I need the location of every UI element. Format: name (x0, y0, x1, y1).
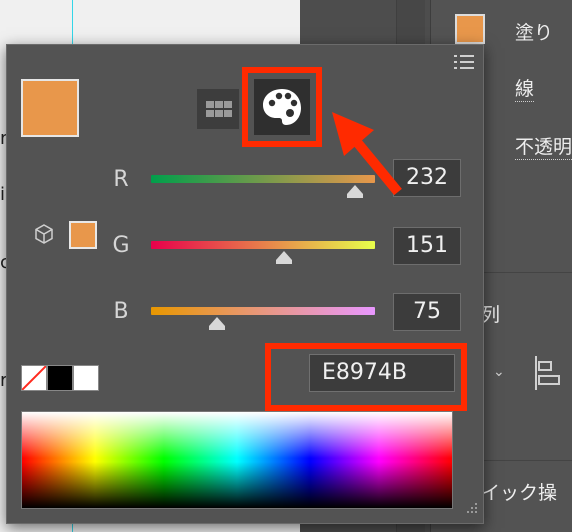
palette-icon (263, 89, 301, 125)
red-channel-label: R (113, 167, 129, 192)
green-slider-thumb[interactable] (275, 251, 292, 260)
slider-thumb-base (208, 326, 225, 330)
blue-slider-track[interactable] (151, 307, 375, 315)
hex-color-input[interactable]: E8974B (309, 354, 455, 392)
slider-thumb-base (275, 260, 292, 264)
color-spectrum-picker[interactable] (21, 411, 453, 509)
slider-thumb-base (346, 194, 363, 198)
red-slider-thumb[interactable] (346, 185, 363, 194)
chevron-down-icon[interactable]: ⌄ (493, 364, 505, 380)
blue-value-field[interactable]: 75 (393, 293, 461, 331)
hex-field-highlight: E8974B (265, 343, 467, 411)
white-color-swatch[interactable] (73, 365, 99, 391)
stroke-label[interactable]: 線 (515, 74, 535, 102)
color-palette-mode-button[interactable] (242, 67, 322, 147)
grid-icon (206, 101, 232, 117)
green-slider-track[interactable] (151, 241, 375, 249)
fill-swatch[interactable] (455, 14, 485, 44)
align-left-icon[interactable] (533, 354, 563, 394)
none-color-swatch[interactable] (21, 365, 47, 391)
canvas-text-fragment: i (0, 184, 6, 205)
resize-grip-icon[interactable] (465, 501, 479, 515)
out-of-gamut-cube-icon (35, 224, 53, 244)
web-safe-color-swatch[interactable] (69, 221, 97, 249)
green-value-field[interactable]: 151 (393, 227, 461, 265)
swatch-grid-mode-button[interactable] (197, 89, 239, 129)
opacity-label[interactable]: 不透明 (515, 132, 572, 160)
color-picker-popup: R 232 G 151 B 75 E8974B (6, 44, 484, 524)
panel-menu-icon[interactable] (454, 53, 476, 71)
current-color-swatch (21, 79, 79, 137)
red-slider-track[interactable] (151, 175, 375, 183)
red-value-field[interactable]: 232 (393, 159, 461, 197)
blue-slider-thumb[interactable] (208, 317, 225, 326)
green-channel-label: G (112, 233, 130, 258)
fill-label: 塗り (515, 22, 554, 44)
quick-actions-label: イック操 (481, 482, 558, 504)
black-color-swatch[interactable] (47, 365, 73, 391)
blue-channel-label: B (113, 299, 129, 324)
